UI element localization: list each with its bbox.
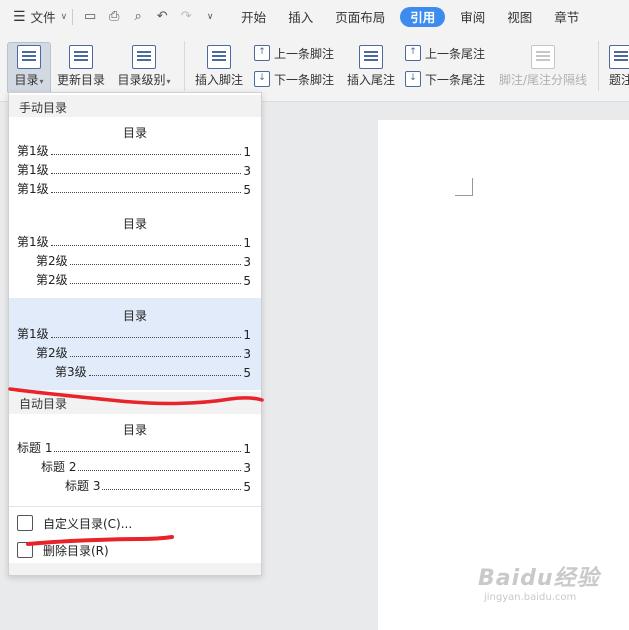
footnote-separator-button[interactable]: 脚注/尾注分隔线 [496, 45, 590, 88]
toc-preview-line: 第2级 3 [36, 254, 251, 269]
toc-preview-title: 目录 [122, 126, 147, 140]
undo-icon[interactable]: ↶ [150, 0, 174, 33]
prev-endnote-icon: ↑ [405, 45, 421, 61]
custom-toc-label: 自定义目录(C)... [43, 516, 133, 531]
prev-endnote-button[interactable]: ↑ 上一条尾注 [405, 43, 485, 63]
next-footnote-icon: ↓ [254, 71, 270, 87]
insert-endnote-label: 插入尾注 [346, 73, 395, 87]
tab-chapter[interactable]: 章节 [543, 0, 590, 33]
tab-page-layout[interactable]: 页面布局 [324, 0, 396, 33]
delete-toc-label: 删除目录(R) [43, 543, 109, 558]
auto-toc-header-label: 自动目录 [19, 397, 68, 411]
toc-button[interactable]: 目录▾ [7, 42, 51, 94]
customize-quick-access-icon[interactable]: ∨ [198, 0, 222, 33]
print-preview-icon[interactable]: ⌕ [126, 0, 150, 33]
tab-review[interactable]: 审阅 [449, 0, 496, 33]
file-menu[interactable]: ☰ 文件 ∨ [0, 0, 67, 33]
endnote-icon [359, 45, 383, 69]
custom-toc-menu-item[interactable]: 自定义目录(C)... [17, 512, 132, 534]
toc-dropdown: 手动目录 目录 第1级 1 第1级 3 第1级 5 目录 第1级 1 第2级 3 第2级 5… [8, 92, 262, 576]
hamburger-icon: ☰ [13, 8, 26, 25]
manual-toc-header-label: 手动目录 [19, 101, 68, 115]
prev-footnote-icon: ↑ [254, 45, 270, 61]
separator-icon [531, 45, 555, 69]
tab-view[interactable]: 视图 [496, 0, 543, 33]
toc-level-icon [132, 45, 156, 69]
toc-icon [17, 45, 41, 69]
prev-footnote-button[interactable]: ↑ 上一条脚注 [254, 43, 334, 63]
tab-insert[interactable]: 插入 [277, 0, 324, 33]
dropdown-arrow-icon: ▾ [166, 77, 171, 86]
next-footnote-button[interactable]: ↓ 下一条脚注 [254, 69, 334, 89]
toc-style-option[interactable]: 目录 第1级 1 第1级 3 第1级 5 [9, 119, 261, 205]
caption-label: 题注 [608, 73, 629, 87]
toc-level-button[interactable]: 目录级别▾ [114, 45, 174, 88]
watermark-url: jingyan.baidu.com [484, 592, 577, 603]
chevron-down-icon: ∨ [60, 11, 68, 22]
edit-icon [17, 515, 33, 531]
caption-button[interactable]: 题注 [606, 45, 629, 88]
toc-button-label: 目录 [14, 73, 39, 87]
footnote-icon [207, 45, 231, 69]
divider [72, 8, 74, 25]
watermark: Baidu经验 jingyan.baidu.com [478, 560, 600, 603]
toc-preview-title: 目录 [122, 423, 147, 437]
toc-style-option[interactable]: 目录 第1级 1 第2级 3 第3级 5 [9, 298, 261, 390]
ribbon-divider [598, 41, 599, 91]
menu-divider [9, 506, 261, 507]
toc-preview-line: 第2级 3 [36, 346, 251, 361]
insert-footnote-label: 插入脚注 [194, 73, 243, 87]
toc-preview-line: 第1级 1 [17, 144, 251, 159]
update-toc-icon [69, 45, 93, 69]
save-icon[interactable]: ▭ [78, 0, 102, 33]
toc-preview-line: 第1级 1 [17, 327, 251, 342]
toc-preview-line: 第1级 1 [17, 235, 251, 250]
ribbon-divider [184, 41, 185, 91]
prev-footnote-label: 上一条脚注 [274, 46, 335, 61]
toc-preview-line: 第1级 3 [17, 163, 251, 178]
dropdown-arrow-icon: ▾ [39, 77, 44, 86]
document-page[interactable] [378, 120, 629, 630]
update-toc-button[interactable]: 更新目录 [55, 45, 107, 88]
toc-preview-line: 标题 35 [65, 479, 251, 494]
file-menu-label: 文件 [30, 10, 56, 25]
prev-endnote-label: 上一条尾注 [425, 46, 486, 61]
insert-footnote-button[interactable]: 插入脚注 [192, 45, 246, 88]
next-footnote-label: 下一条脚注 [274, 72, 335, 87]
menu-bar: ☰ 文件 ∨ ▭ ⎙ ⌕ ↶ ↷ ∨ 开始 插入 页面布局 引用 审阅 视图 章… [0, 0, 629, 33]
toc-preview-line: 第1级 5 [17, 182, 251, 197]
next-endnote-button[interactable]: ↓ 下一条尾注 [405, 69, 485, 89]
manual-toc-header: 手动目录 [9, 95, 261, 117]
caption-icon [609, 45, 629, 69]
menu-footer [9, 563, 261, 575]
toc-preview-line: 标题 11 [17, 441, 251, 456]
tab-references[interactable]: 引用 [400, 6, 446, 27]
toc-style-option[interactable]: 目录 第1级 1 第2级 3 第2级 5 [9, 210, 261, 296]
delete-toc-icon [17, 542, 33, 558]
tab-home[interactable]: 开始 [230, 0, 277, 33]
toc-preview-title: 目录 [122, 309, 147, 323]
auto-toc-header: 自动目录 [9, 392, 261, 414]
toc-preview-title: 目录 [122, 217, 147, 231]
margin-corner-mark [455, 178, 473, 196]
insert-endnote-button[interactable]: 插入尾注 [344, 45, 398, 88]
toc-preview-line: 第3级 5 [55, 365, 251, 380]
next-endnote-icon: ↓ [405, 71, 421, 87]
print-icon[interactable]: ⎙ [102, 0, 126, 33]
watermark-brand: Baidu经验 [478, 566, 600, 591]
footnote-separator-label: 脚注/尾注分隔线 [498, 73, 588, 87]
toc-level-label: 目录级别 [117, 73, 166, 87]
toc-preview-line: 第2级 5 [36, 273, 251, 288]
auto-toc-option[interactable]: 目录 标题 11 标题 23 标题 35 [9, 416, 261, 502]
delete-toc-menu-item[interactable]: 删除目录(R) [17, 539, 109, 561]
next-endnote-label: 下一条尾注 [425, 72, 486, 87]
toc-preview-line: 标题 23 [41, 460, 251, 475]
update-toc-label: 更新目录 [56, 73, 105, 87]
redo-icon[interactable]: ↷ [174, 0, 198, 33]
